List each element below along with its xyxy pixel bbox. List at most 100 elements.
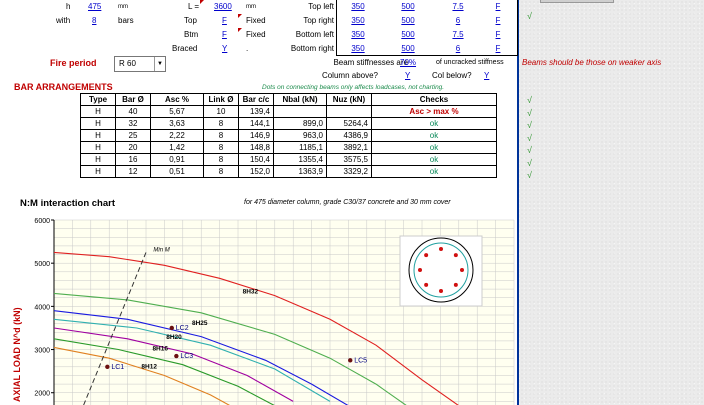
col-header-checks: Checks xyxy=(371,93,497,106)
cell-check: ok xyxy=(371,129,497,142)
cell-link: 8 xyxy=(203,129,239,142)
interaction-chart: 2000 3000 4000 5000 6000 Min M 8H32 8H25 8H20 8… xyxy=(12,218,515,405)
beam-d-2[interactable]: F xyxy=(490,30,506,39)
beam-d-3[interactable]: F xyxy=(490,44,506,53)
beam-c-2[interactable]: 7.5 xyxy=(446,30,470,39)
rebar-dot xyxy=(453,282,458,287)
check-mark-icon: √ xyxy=(527,145,532,155)
col-header-asc: Asc % xyxy=(150,93,204,106)
beam-b-1[interactable]: 500 xyxy=(396,16,420,25)
beam-label-top-right: Top right xyxy=(303,16,334,25)
series-label: 8H20 xyxy=(166,334,182,341)
col-below-value[interactable]: Y xyxy=(484,71,489,80)
column-section-diagram xyxy=(399,235,483,307)
cell-check: ok xyxy=(371,165,497,178)
col-header-cc: Bar c/c xyxy=(238,93,274,106)
beam-a-3[interactable]: 350 xyxy=(346,44,370,53)
rebar-dot xyxy=(453,253,458,258)
col-below-label: Col below? xyxy=(432,71,472,80)
cell-nuz: 4386,9 xyxy=(326,129,372,142)
cell-cc: 139,4 xyxy=(238,105,274,118)
cell-nbal: 1355,4 xyxy=(273,153,327,166)
check-ticks-top: √ xyxy=(527,10,532,22)
rebar-dot xyxy=(439,247,443,251)
rebar-dot xyxy=(418,268,422,272)
cell-cc: 146,9 xyxy=(238,129,274,142)
y-tick-label: 3000 xyxy=(34,348,50,355)
braced-label: Braced xyxy=(172,44,198,53)
cell-bar: 40 xyxy=(115,105,151,118)
cell-asc: 0,91 xyxy=(150,153,204,166)
L-unit: mm xyxy=(246,4,256,10)
cell-link: 8 xyxy=(203,165,239,178)
fire-period-select[interactable]: R 60 ▼ xyxy=(114,56,166,72)
cell-cc: 148,8 xyxy=(238,141,274,154)
h-unit: mm xyxy=(118,4,128,10)
cell-check: ok xyxy=(371,117,497,130)
beam-a-2[interactable]: 350 xyxy=(346,30,370,39)
cell-asc: 0,51 xyxy=(150,165,204,178)
cell-asc: 5,67 xyxy=(150,105,204,118)
series-label: 8H25 xyxy=(192,320,208,327)
cell-cc: 152,0 xyxy=(238,165,274,178)
L-value[interactable]: 3600 xyxy=(214,2,232,11)
stiffness-value[interactable]: 70% xyxy=(400,58,416,67)
cell-nuz: 3329,2 xyxy=(326,165,372,178)
btm-value[interactable]: F xyxy=(222,30,227,39)
beam-c-1[interactable]: 6 xyxy=(446,16,470,25)
series-label: 8H16 xyxy=(152,345,168,352)
check-mark-icon: √ xyxy=(527,95,532,105)
beam-a-0[interactable]: 350 xyxy=(346,2,370,11)
table-row: H 25 2,22 8 146,9 963,0 4386,9 ok xyxy=(80,129,497,142)
check-mark-icon: √ xyxy=(527,157,532,168)
cell-asc: 2,22 xyxy=(150,129,204,142)
beam-c-3[interactable]: 6 xyxy=(446,44,470,53)
cell-nbal: 1363,9 xyxy=(273,165,327,178)
cell-check: ok xyxy=(371,141,497,154)
top-value[interactable]: F xyxy=(222,16,227,25)
y-axis-ticks: 2000 3000 4000 5000 6000 xyxy=(34,218,54,398)
col-above-value[interactable]: Y xyxy=(405,71,410,80)
cell-nbal: 1185,1 xyxy=(273,141,327,154)
beam-b-0[interactable]: 500 xyxy=(396,2,420,11)
cell-bar: 16 xyxy=(115,153,151,166)
scrollbar-thumb[interactable] xyxy=(540,0,614,3)
bars-count-value[interactable]: 8 xyxy=(92,16,96,25)
col-header-type: Type xyxy=(80,93,116,106)
loadcase-point xyxy=(348,358,353,363)
cell-type: H xyxy=(80,153,116,166)
loadcase-label: LC2 xyxy=(176,325,189,332)
cell-type: H xyxy=(80,105,116,118)
braced-value[interactable]: Y xyxy=(222,44,227,53)
beam-b-2[interactable]: 500 xyxy=(396,30,420,39)
chevron-down-icon[interactable]: ▼ xyxy=(154,57,165,71)
loadcase-point xyxy=(105,364,110,370)
h-value[interactable]: 475 xyxy=(88,2,101,11)
fire-period-label: Fire period xyxy=(50,58,97,68)
beam-b-3[interactable]: 500 xyxy=(396,44,420,53)
table-row: H 12 0,51 8 152,0 1363,9 3329,2 ok xyxy=(80,165,497,178)
beam-d-0[interactable]: F xyxy=(490,2,506,11)
cell-link: 10 xyxy=(203,105,239,118)
y-axis-label: AXIAL LOAD N^d (kN) xyxy=(12,307,22,402)
bar-arrangements-note: Dots on connecting beams only affects lo… xyxy=(262,84,445,91)
cell-bar: 25 xyxy=(115,129,151,142)
cell-link: 8 xyxy=(203,117,239,130)
cell-nuz: 5264,4 xyxy=(326,117,372,130)
stiffness-suffix: of uncracked stiffness xyxy=(436,59,504,66)
check-mark-icon: √ xyxy=(527,11,532,21)
check-mark-icon: √ xyxy=(527,120,532,130)
loadcase-label: LC5 xyxy=(354,357,367,364)
cell-nbal: 963,0 xyxy=(273,129,327,142)
beam-a-1[interactable]: 350 xyxy=(346,16,370,25)
loadcase-label: LC3 xyxy=(180,353,193,360)
beam-c-0[interactable]: 7.5 xyxy=(446,2,470,11)
rebar-dot xyxy=(424,253,429,258)
cell-asc: 1,42 xyxy=(150,141,204,154)
loadcase-point xyxy=(169,325,174,331)
y-tick-label: 2000 xyxy=(34,391,50,398)
beam-d-1[interactable]: F xyxy=(490,16,506,25)
cell-link: 8 xyxy=(203,141,239,154)
L-label: L = xyxy=(188,2,200,11)
y-tick-label: 6000 xyxy=(34,218,50,225)
